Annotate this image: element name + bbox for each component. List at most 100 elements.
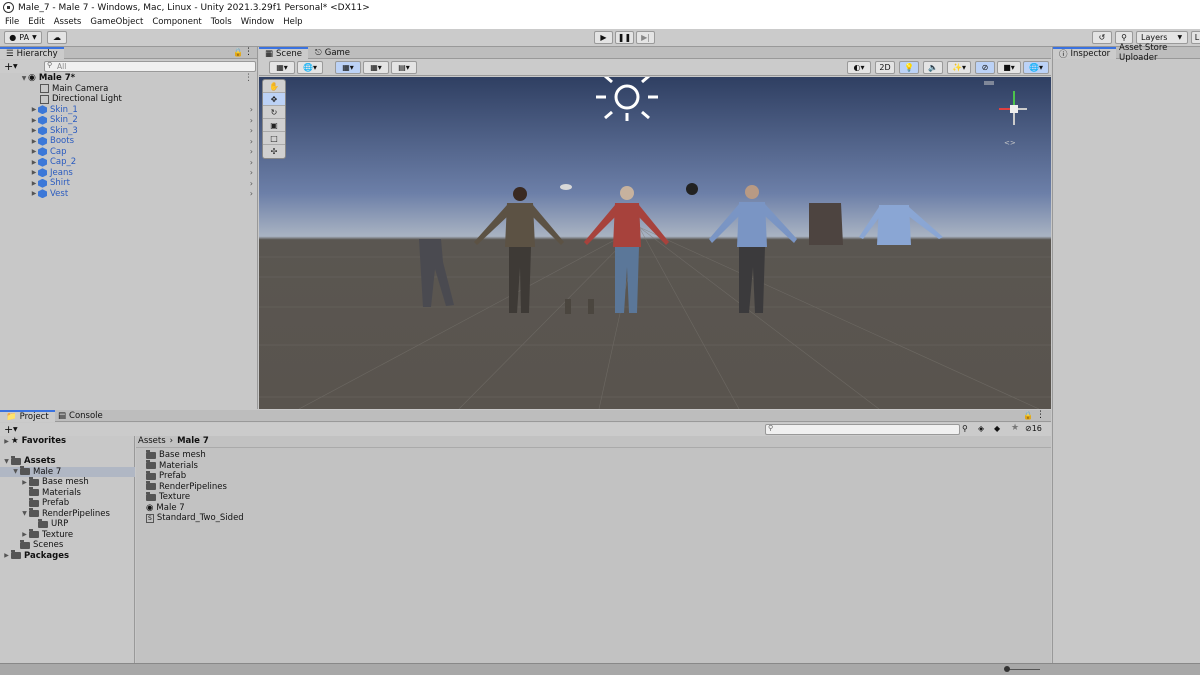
- chevron-right-icon[interactable]: ›: [250, 189, 253, 198]
- menu-edit[interactable]: Edit: [28, 17, 44, 27]
- folder-tree-item[interactable]: ▼ Male 7: [0, 466, 135, 477]
- file-item[interactable]: Prefab: [146, 470, 186, 482]
- expand-arrow-icon[interactable]: ▶: [20, 531, 29, 538]
- more-icon[interactable]: ⋮: [244, 73, 253, 83]
- file-item[interactable]: Materials: [146, 460, 198, 472]
- hierarchy-item[interactable]: ▶ Skin_1 ›: [0, 105, 257, 116]
- gizmos-dropdown[interactable]: 🌐▾: [1023, 61, 1049, 74]
- label-icon[interactable]: ◆: [994, 424, 1000, 433]
- expand-arrow-icon[interactable]: ▶: [30, 180, 38, 187]
- rect-tool-icon[interactable]: □: [263, 132, 285, 145]
- more-icon[interactable]: ⋮: [1036, 410, 1045, 420]
- toggle-2d-button[interactable]: 2D: [875, 61, 895, 74]
- scale-tool-icon[interactable]: ▣: [263, 119, 285, 132]
- project-search-input[interactable]: [765, 424, 960, 435]
- play-button[interactable]: ▶: [594, 31, 613, 44]
- hierarchy-item[interactable]: Main Camera: [0, 84, 257, 95]
- grid-snap-dropdown[interactable]: ▦▾: [335, 61, 361, 74]
- icon-size-slider[interactable]: [1006, 669, 1040, 670]
- favorite-star-icon[interactable]: ★: [1011, 423, 1019, 433]
- packages-root[interactable]: ▶ Packages: [2, 550, 69, 562]
- rotate-tool-icon[interactable]: ↻: [263, 106, 285, 119]
- chevron-right-icon[interactable]: ›: [250, 158, 253, 167]
- chevron-right-icon[interactable]: ›: [250, 168, 253, 177]
- hierarchy-item[interactable]: ▶ Cap_2 ›: [0, 157, 257, 168]
- scene-viewport[interactable]: <> ✋ ✥ ↻ ▣ □ ✣: [259, 77, 1051, 409]
- expand-arrow-icon[interactable]: ▶: [30, 138, 38, 145]
- lock-icon[interactable]: 🔒: [1023, 411, 1033, 420]
- hierarchy-item[interactable]: Directional Light: [0, 94, 257, 105]
- expand-arrow-icon[interactable]: ▶: [20, 479, 29, 486]
- orientation-gizmo-icon[interactable]: <>: [999, 91, 1027, 147]
- file-item[interactable]: Base mesh: [146, 449, 206, 461]
- effects-dropdown[interactable]: ✨▾: [947, 61, 971, 74]
- camera-dropdown[interactable]: ■▾: [997, 61, 1021, 74]
- expand-arrow-icon[interactable]: ▶: [30, 117, 38, 124]
- menu-window[interactable]: Window: [241, 17, 275, 27]
- folder-tree-item[interactable]: ▶ Base mesh: [20, 476, 89, 488]
- expand-arrow-icon[interactable]: ▶: [30, 159, 38, 166]
- hand-tool-icon[interactable]: ✋: [263, 80, 285, 93]
- assets-root[interactable]: ▼ Assets: [2, 455, 56, 467]
- expand-arrow-icon[interactable]: ▶: [30, 106, 38, 113]
- increment-snap-dropdown[interactable]: ▦▾: [363, 61, 389, 74]
- file-item[interactable]: RenderPipelines: [146, 481, 227, 493]
- tab-hierarchy[interactable]: ☰ Hierarchy: [0, 47, 64, 59]
- cloud-button[interactable]: ☁: [47, 31, 67, 44]
- tab-project[interactable]: 📁 Project: [0, 410, 55, 422]
- breadcrumb-assets[interactable]: Assets: [138, 436, 166, 446]
- chevron-right-icon[interactable]: ›: [250, 147, 253, 156]
- grid-dropdown[interactable]: ▤▾: [391, 61, 417, 74]
- scene-view-render[interactable]: <>: [259, 77, 1051, 409]
- add-icon[interactable]: +: [4, 423, 13, 436]
- expand-arrow-icon[interactable]: ▼: [20, 510, 29, 517]
- folder-tree-item[interactable]: ▶ Texture: [20, 529, 73, 541]
- expand-arrow-icon[interactable]: ▶: [30, 169, 38, 176]
- chevron-right-icon[interactable]: ›: [250, 179, 253, 188]
- hierarchy-item[interactable]: ▶ Skin_2 ›: [0, 115, 257, 126]
- chevron-right-icon[interactable]: ›: [250, 126, 253, 135]
- expand-arrow-icon[interactable]: ▼: [20, 75, 28, 82]
- tab-console[interactable]: ▤ Console: [52, 410, 109, 422]
- shading-dropdown[interactable]: ◐▾: [847, 61, 871, 74]
- draw-mode-dropdown[interactable]: ▦▾: [269, 61, 295, 74]
- tab-asset-store-uploader[interactable]: Asset Store Uploader: [1113, 43, 1200, 63]
- add-icon[interactable]: +: [4, 60, 13, 73]
- transform-tool-icon[interactable]: ✣: [263, 145, 285, 158]
- menu-tools[interactable]: Tools: [211, 17, 232, 27]
- hierarchy-item[interactable]: ▶ Jeans ›: [0, 168, 257, 179]
- tab-scene[interactable]: ▦ Scene: [259, 47, 308, 59]
- hierarchy-item[interactable]: ▶ Vest ›: [0, 189, 257, 200]
- filter-type-icon[interactable]: ◈: [978, 424, 984, 433]
- menu-gameobject[interactable]: GameObject: [90, 17, 143, 27]
- account-dropdown[interactable]: ● PA ▼: [4, 31, 42, 44]
- chevron-right-icon[interactable]: ›: [250, 105, 253, 114]
- hierarchy-item[interactable]: ▶ Cap ›: [0, 147, 257, 158]
- folder-tree-item[interactable]: URP: [38, 518, 68, 530]
- expand-arrow-icon[interactable]: ▶: [2, 552, 11, 559]
- tab-game[interactable]: ⎋ Game: [309, 47, 356, 59]
- hierarchy-item[interactable]: ▶ Boots ›: [0, 136, 257, 147]
- pause-button[interactable]: ❚❚: [615, 31, 634, 44]
- hidden-packages-toggle[interactable]: ⊘16: [1025, 424, 1042, 433]
- visibility-toggle[interactable]: ⊘: [975, 61, 995, 74]
- menu-component[interactable]: Component: [152, 17, 201, 27]
- tab-inspector[interactable]: ⓘ Inspector: [1053, 47, 1117, 60]
- chevron-down-icon[interactable]: ▼: [13, 63, 18, 70]
- favorites-header[interactable]: ▶ ★ Favorites: [2, 436, 66, 447]
- breadcrumb-male-7[interactable]: Male 7: [177, 436, 209, 446]
- folder-tree-item[interactable]: ▼ RenderPipelines: [20, 508, 110, 520]
- expand-arrow-icon[interactable]: ▶: [30, 148, 38, 155]
- folder-tree-item[interactable]: Prefab: [29, 497, 69, 509]
- search-by-type-icon[interactable]: ⚲: [962, 424, 968, 433]
- hierarchy-item[interactable]: ▶ Shirt ›: [0, 178, 257, 189]
- chevron-right-icon[interactable]: ›: [250, 116, 253, 125]
- expand-arrow-icon[interactable]: ▶: [2, 438, 11, 445]
- lighting-toggle[interactable]: 💡: [899, 61, 919, 74]
- lock-icon[interactable]: 🔒: [233, 48, 243, 57]
- chevron-right-icon[interactable]: ›: [250, 137, 253, 146]
- move-tool-icon[interactable]: ✥: [263, 93, 285, 106]
- more-icon[interactable]: ⋮: [244, 47, 253, 57]
- hierarchy-item[interactable]: ▶ Skin_3 ›: [0, 126, 257, 137]
- menu-assets[interactable]: Assets: [54, 17, 82, 27]
